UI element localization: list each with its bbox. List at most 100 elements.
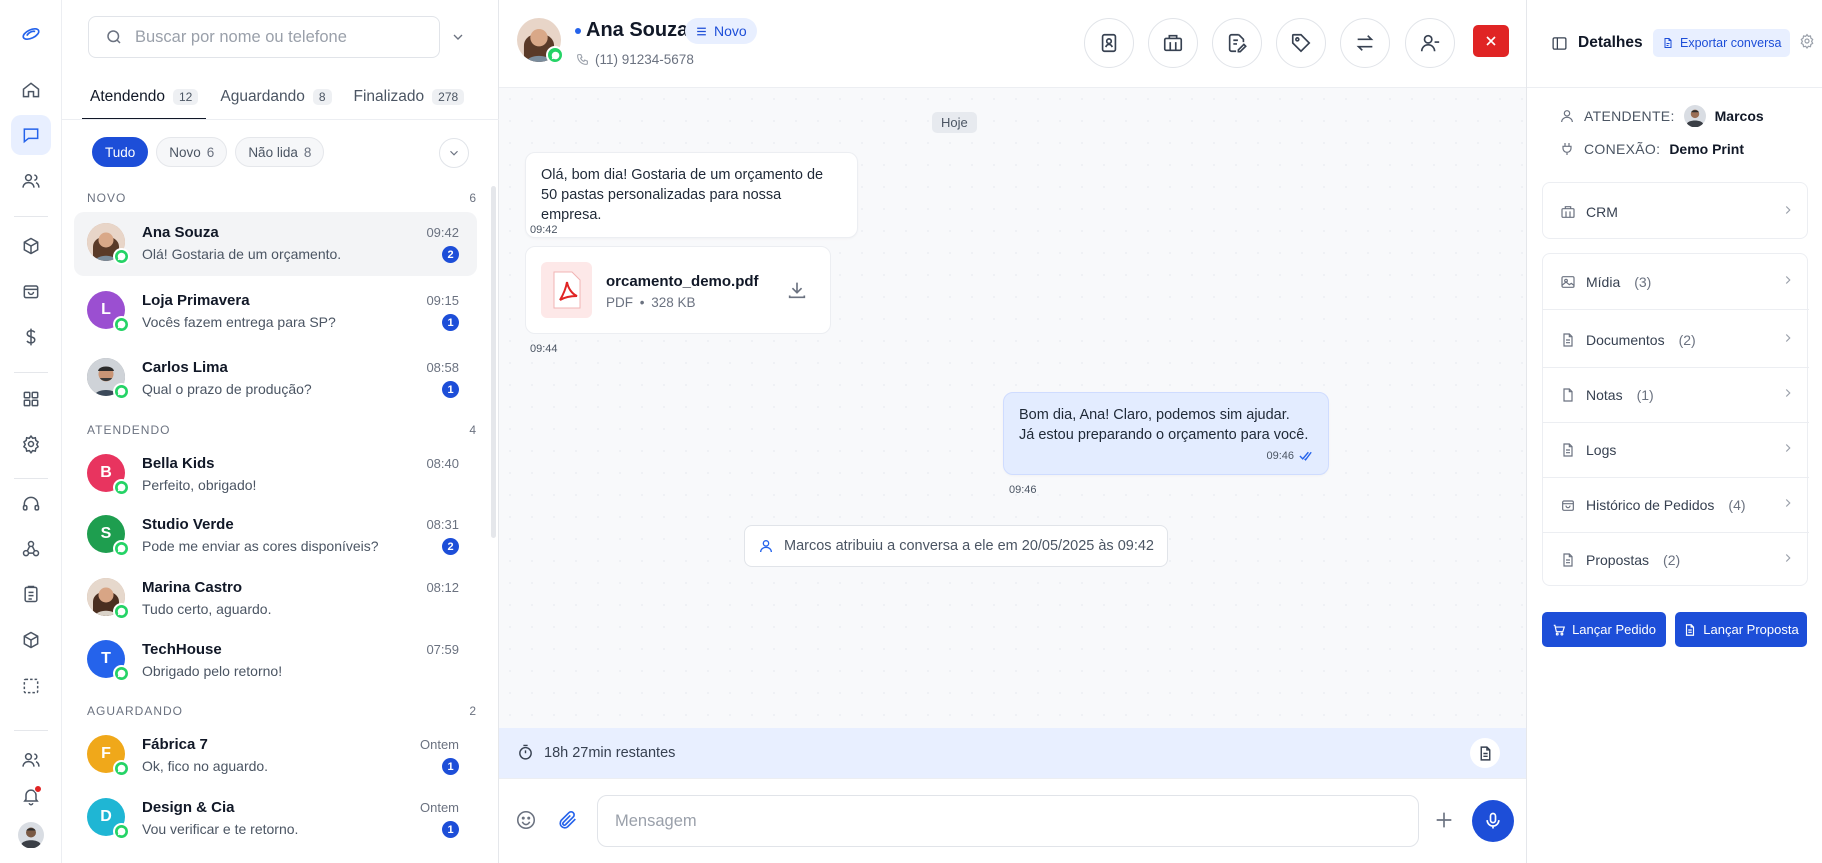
summary-button[interactable] [1470, 738, 1500, 768]
section-header-aguardando: AGUARDANDO 2 [87, 704, 477, 718]
dollar-icon[interactable] [11, 317, 51, 357]
contact-name: Design & Cia [142, 799, 235, 816]
home-icon[interactable] [11, 70, 51, 110]
notes-row[interactable]: Notas (1) [1543, 367, 1809, 422]
building-icon [1561, 205, 1575, 218]
chevron-right-icon [1785, 554, 1791, 562]
user-icon [1561, 110, 1573, 123]
transfer-button[interactable] [1340, 18, 1390, 68]
timestamp: 07:59 [426, 642, 459, 657]
pdf-icon [541, 262, 592, 318]
list-scrollbar[interactable] [491, 186, 496, 538]
conversation-item[interactable]: Carlos Lima Qual o prazo de produção? 08… [74, 347, 477, 411]
section-header-novo: NOVO 6 [87, 191, 477, 205]
conversation-item[interactable]: F Fábrica 7 Ok, fico no aguardo. Ontem 1 [74, 724, 477, 788]
conversation-item[interactable]: D Design & Cia Vou verificar e te retorn… [74, 787, 477, 851]
timestamp: Ontem [419, 800, 459, 815]
bell-icon[interactable] [11, 776, 51, 816]
edit-document-icon [1228, 33, 1247, 53]
plug-icon [1562, 143, 1572, 155]
tab-aguardando[interactable]: Aguardando 8 [212, 88, 339, 120]
chevron-right-icon [1785, 206, 1791, 214]
contact-phone: (11) 91234-5678 [576, 52, 694, 67]
conversation-item[interactable]: S Studio Verde Pode me enviar as cores d… [74, 504, 477, 568]
conversation-item[interactable]: B Bella Kids Perfeito, obrigado! 08:40 [74, 443, 477, 507]
launch-proposal-button[interactable]: Lançar Proposta [1675, 612, 1807, 647]
details-panel: Detalhes Exportar conversa ATENDENTE: Ma… [1526, 0, 1822, 863]
headset-icon[interactable] [11, 484, 51, 524]
shopping-bag-icon[interactable] [11, 271, 51, 311]
file-attachment[interactable]: orcamento_demo.pdf PDF • 328 KB [525, 246, 831, 334]
network-icon[interactable] [11, 529, 51, 569]
user-minus-icon [1420, 34, 1440, 52]
whatsapp-icon [113, 665, 130, 682]
avatar [87, 358, 130, 400]
whatsapp-icon [546, 46, 564, 64]
company-button[interactable] [1148, 18, 1198, 68]
timestamp: 08:12 [426, 580, 459, 595]
crm-card[interactable]: CRM [1542, 182, 1808, 239]
grid-icon[interactable] [11, 379, 51, 419]
outgoing-message[interactable]: Bom dia, Ana! Claro, podemos sim ajudar.… [1003, 392, 1329, 475]
chevron-down-icon[interactable] [447, 26, 469, 48]
attendant-field: ATENDENTE: Marcos [1559, 105, 1764, 127]
message-thread: Hoje Olá, bom dia! Gostaria de um orçame… [499, 88, 1526, 728]
log-icon [1563, 442, 1573, 457]
conversation-item[interactable]: Marina Castro Tudo certo, aguardo. 08:12 [74, 567, 477, 631]
edit-note-button[interactable] [1212, 18, 1262, 68]
chevron-right-icon [1785, 444, 1791, 452]
section-header-atendendo: ATENDENDO 4 [87, 423, 477, 437]
user-avatar[interactable] [11, 815, 51, 855]
contact-avatar[interactable] [517, 18, 564, 64]
search-box[interactable] [88, 16, 440, 58]
media-row[interactable]: Mídia (3) [1543, 254, 1809, 309]
box-icon[interactable] [11, 226, 51, 266]
filters-chevron-icon[interactable] [439, 138, 469, 168]
unassign-button[interactable] [1405, 18, 1455, 68]
file-meta: PDF • 328 KB [606, 295, 696, 310]
chat-icon[interactable] [11, 115, 51, 155]
incoming-message[interactable]: Olá, bom dia! Gostaria de um orçamento d… [525, 152, 858, 238]
launch-order-button[interactable]: Lançar Pedido [1542, 612, 1666, 647]
app-logo-icon[interactable] [11, 14, 51, 54]
contact-card-button[interactable] [1084, 18, 1134, 68]
export-conversation-button[interactable]: Exportar conversa [1653, 29, 1791, 57]
download-icon[interactable] [786, 279, 808, 304]
message-input[interactable] [597, 795, 1419, 847]
tag-button[interactable] [1276, 18, 1326, 68]
attach-icon[interactable] [557, 809, 579, 834]
gear-icon[interactable] [11, 424, 51, 464]
microphone-button[interactable] [1472, 800, 1514, 842]
sidebar-icon[interactable] [1551, 35, 1568, 52]
timestamp: 08:40 [426, 456, 459, 471]
tab-finalizado[interactable]: Finalizado 278 [346, 88, 473, 120]
selection-icon[interactable] [11, 666, 51, 706]
filter-novo[interactable]: Novo 6 [156, 137, 228, 167]
contact-name: Marina Castro [142, 579, 243, 596]
team-icon[interactable] [11, 740, 51, 780]
documents-row[interactable]: Documentos (2) [1543, 312, 1809, 367]
users-icon[interactable] [11, 161, 51, 201]
logs-row[interactable]: Logs [1543, 422, 1809, 477]
avatar: F [87, 735, 130, 777]
tab-atendendo[interactable]: Atendendo 12 [82, 88, 207, 120]
avatar: B [87, 454, 130, 496]
proposals-row[interactable]: Propostas (2) [1543, 532, 1809, 587]
order-history-row[interactable]: Histórico de Pedidos (4) [1543, 477, 1809, 532]
conversation-item[interactable]: Ana Souza Olá! Gostaria de um orçamento.… [74, 212, 477, 276]
conversation-list-panel: Atendendo12 Aguardando8 Finalizado278 Tu… [62, 0, 499, 863]
status-badge[interactable]: Novo [685, 18, 757, 44]
clipboard-icon[interactable] [11, 574, 51, 614]
emoji-icon[interactable] [515, 809, 537, 834]
filter-tudo[interactable]: Tudo [92, 137, 149, 167]
conversation-item[interactable]: L Loja Primavera Vocês fazem entrega par… [74, 280, 477, 344]
file-icon [1664, 38, 1672, 48]
online-dot [575, 27, 581, 34]
close-conversation-button[interactable] [1473, 25, 1509, 57]
filter-nao-lida[interactable]: Não lida 8 [235, 137, 325, 167]
settings-icon[interactable] [1799, 33, 1815, 52]
conversation-item[interactable]: T TechHouse Obrigado pelo retorno! 07:59 [74, 629, 477, 693]
search-input[interactable] [135, 27, 415, 47]
plus-icon[interactable] [1433, 809, 1455, 834]
package-icon[interactable] [11, 620, 51, 660]
